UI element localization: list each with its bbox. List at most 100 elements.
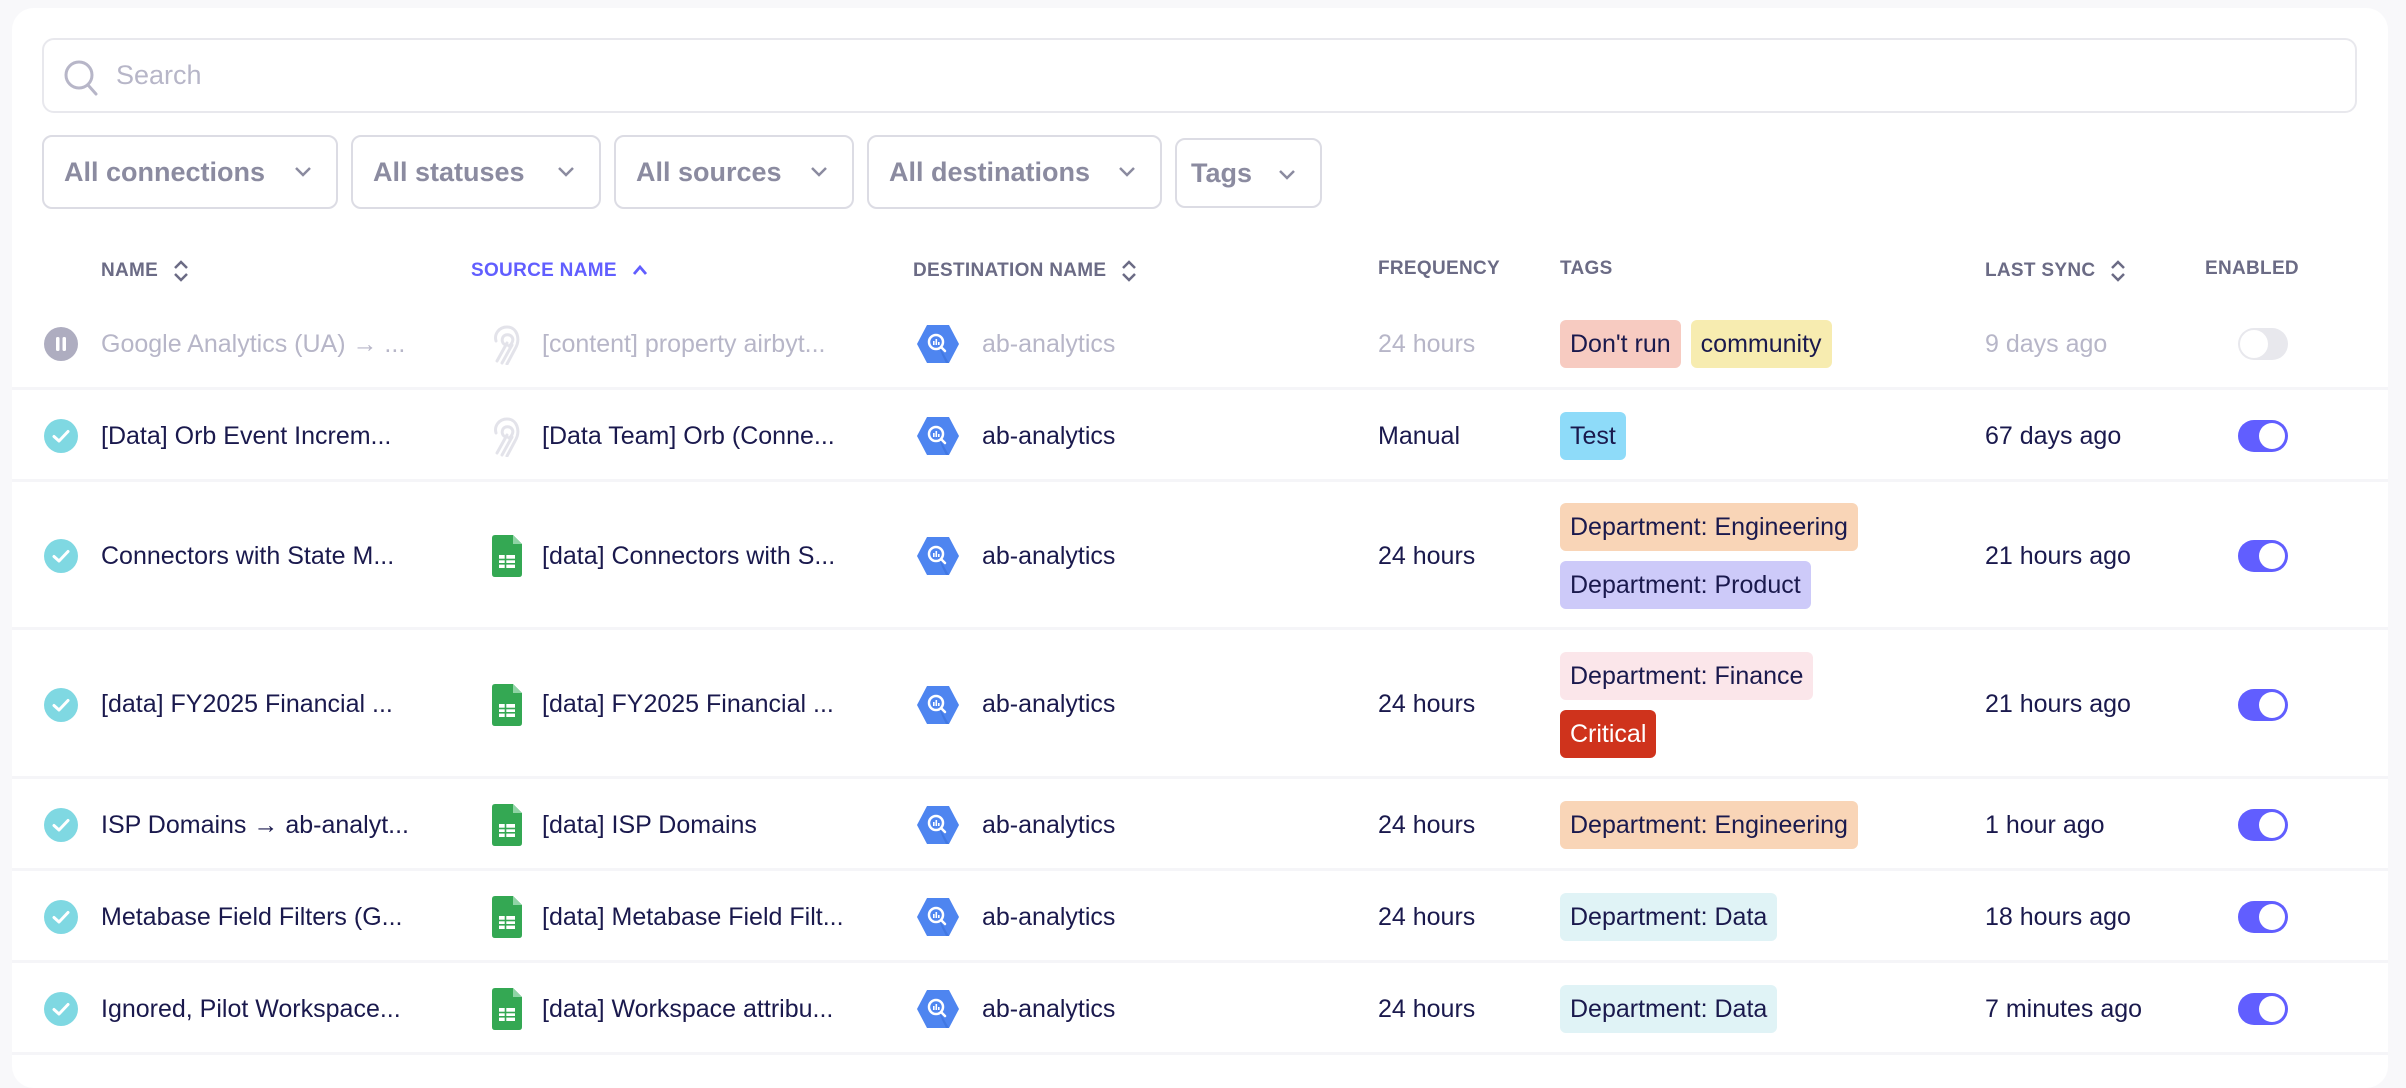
enabled-toggle[interactable] [2238, 809, 2288, 841]
source-name: [data] Connectors with S... [542, 541, 836, 570]
destination-name: ab-analytics [982, 690, 1116, 718]
enabled-toggle[interactable] [2238, 540, 2288, 572]
status-success-icon [44, 900, 78, 934]
filter-destinations-dropdown[interactable]: All destinations [867, 135, 1162, 209]
tag-row: Department: Product [1560, 561, 1858, 609]
column-header-last-sync[interactable]: LAST SYNC [1985, 258, 2127, 284]
column-header-name[interactable]: NAME [101, 258, 190, 284]
frequency: Manual [1378, 421, 1460, 450]
column-header-source-name[interactable]: SOURCE NAME [471, 258, 649, 284]
filter-tags-dropdown[interactable]: Tags [1175, 138, 1322, 208]
filter-sources-dropdown[interactable]: All sources [614, 135, 854, 209]
chevron-down-icon [1119, 167, 1135, 177]
last-sync: 18 hours ago [1985, 902, 2131, 931]
column-label: FREQUENCY [1378, 258, 1500, 279]
source-name: [data] FY2025 Financial ... [542, 690, 834, 718]
destination-name: ab-analytics [982, 421, 1116, 450]
column-header-destination-name[interactable]: DESTINATION NAME [913, 258, 1138, 284]
status-success-icon [44, 808, 78, 842]
table-row[interactable]: Ignored, Pilot Workspace... [data] Works… [12, 963, 2388, 1055]
connection-name[interactable]: Ignored, Pilot Workspace... [101, 994, 401, 1024]
filter-statuses-dropdown[interactable]: All statuses [351, 135, 601, 209]
filter-label: All statuses [373, 156, 525, 187]
bigquery-icon [916, 536, 960, 576]
bigquery-icon [916, 324, 960, 364]
frequency: 24 hours [1378, 690, 1476, 718]
status-success-icon [44, 539, 78, 573]
source-name: [data] ISP Domains [542, 810, 757, 839]
connections-panel: All connections All statuses All sources… [12, 8, 2388, 1088]
search-box[interactable] [42, 38, 2357, 113]
airbyte-icon [489, 415, 525, 458]
tag-badge: Don't run [1560, 320, 1681, 368]
table-row[interactable]: [data] FY2025 Financial ... [data] FY202… [12, 630, 2388, 779]
connection-name[interactable]: Google Analytics (UA) → ... [101, 329, 405, 359]
enabled-toggle[interactable] [2238, 901, 2288, 933]
connection-name[interactable]: [data] FY2025 Financial ... [101, 690, 393, 720]
tag-badge: Department: Finance [1560, 651, 1814, 700]
chevron-down-icon [1279, 170, 1295, 180]
tag-badge: Department: Data [1560, 893, 1778, 941]
enabled-toggle[interactable] [2238, 993, 2288, 1025]
bigquery-icon [916, 416, 960, 456]
tag-badge: Critical [1560, 709, 1657, 758]
search-input[interactable] [116, 40, 2316, 111]
bigquery-icon [916, 685, 960, 725]
enabled-toggle[interactable] [2238, 420, 2288, 452]
tag-list: Department: Engineering [1560, 801, 1858, 849]
toggle-knob [2259, 812, 2285, 838]
google-sheets-icon [489, 683, 525, 726]
connection-name[interactable]: Metabase Field Filters (G... [101, 902, 402, 932]
column-header-frequency: FREQUENCY [1378, 258, 1500, 280]
column-label: SOURCE NAME [471, 260, 617, 281]
chevron-down-icon [558, 167, 574, 177]
table-row[interactable]: ISP Domains → ab-analyt... [data] ISP Do… [12, 779, 2388, 871]
frequency: 24 hours [1378, 994, 1476, 1023]
google-sheets-icon [489, 896, 525, 938]
tag-row: Critical [1560, 709, 1813, 758]
tag-list: Test [1560, 412, 1626, 460]
google-sheets-icon [489, 804, 525, 846]
frequency: 24 hours [1378, 541, 1476, 570]
tag-list: Department: Engineering Department: Produ… [1560, 503, 1858, 609]
tag-badge: Department: Engineering [1560, 801, 1858, 849]
tag-list: Department: Data [1560, 893, 1778, 941]
table-row[interactable]: Metabase Field Filters (G... [data] Meta… [12, 871, 2388, 963]
source-name: [content] property airbyt... [542, 329, 826, 358]
connection-name[interactable]: Connectors with State M... [101, 541, 394, 571]
chevron-down-icon [811, 167, 827, 177]
tag-badge: Department: Data [1560, 985, 1778, 1033]
filter-label: Tags [1191, 157, 1253, 188]
destination-name: ab-analytics [982, 994, 1116, 1023]
table-row[interactable]: Google Analytics (UA) → ... [content] pr… [12, 298, 2388, 390]
toggle-knob [2259, 543, 2285, 569]
tag-badge: Department: Product [1560, 561, 1811, 609]
column-label: LAST SYNC [1985, 260, 2096, 281]
frequency: 24 hours [1378, 329, 1476, 358]
bigquery-icon [916, 989, 960, 1029]
last-sync: 67 days ago [1985, 421, 2122, 450]
connection-name[interactable]: ISP Domains → ab-analyt... [101, 810, 409, 840]
enabled-toggle[interactable] [2238, 328, 2288, 360]
column-label: TAGS [1560, 258, 1613, 279]
enabled-toggle[interactable] [2238, 688, 2288, 721]
filter-connections-dropdown[interactable]: All connections [42, 135, 338, 209]
status-success-icon [44, 992, 78, 1026]
toggle-knob [2259, 904, 2285, 930]
sort-ascending-icon [632, 264, 647, 275]
sort-both-icon [174, 260, 189, 282]
toggle-knob [2259, 423, 2285, 449]
last-sync: 1 hour ago [1985, 810, 2105, 839]
destination-name: ab-analytics [982, 329, 1116, 358]
status-success-icon [44, 687, 78, 722]
filter-label: All sources [636, 156, 782, 187]
column-header-enabled: ENABLED [2205, 258, 2299, 280]
table-row[interactable]: [Data] Orb Event Increm... [Data Team] O… [12, 390, 2388, 482]
filter-label: All destinations [889, 156, 1091, 187]
table-header: NAME SOURCE NAME DESTINATION NAME FREQUE… [12, 240, 2388, 298]
google-sheets-icon [489, 535, 525, 577]
table-row[interactable]: Connectors with State M... [data] Connec… [12, 482, 2388, 630]
column-label: DESTINATION NAME [913, 260, 1107, 281]
connection-name[interactable]: [Data] Orb Event Increm... [101, 421, 391, 451]
column-header-tags: TAGS [1560, 258, 1613, 280]
